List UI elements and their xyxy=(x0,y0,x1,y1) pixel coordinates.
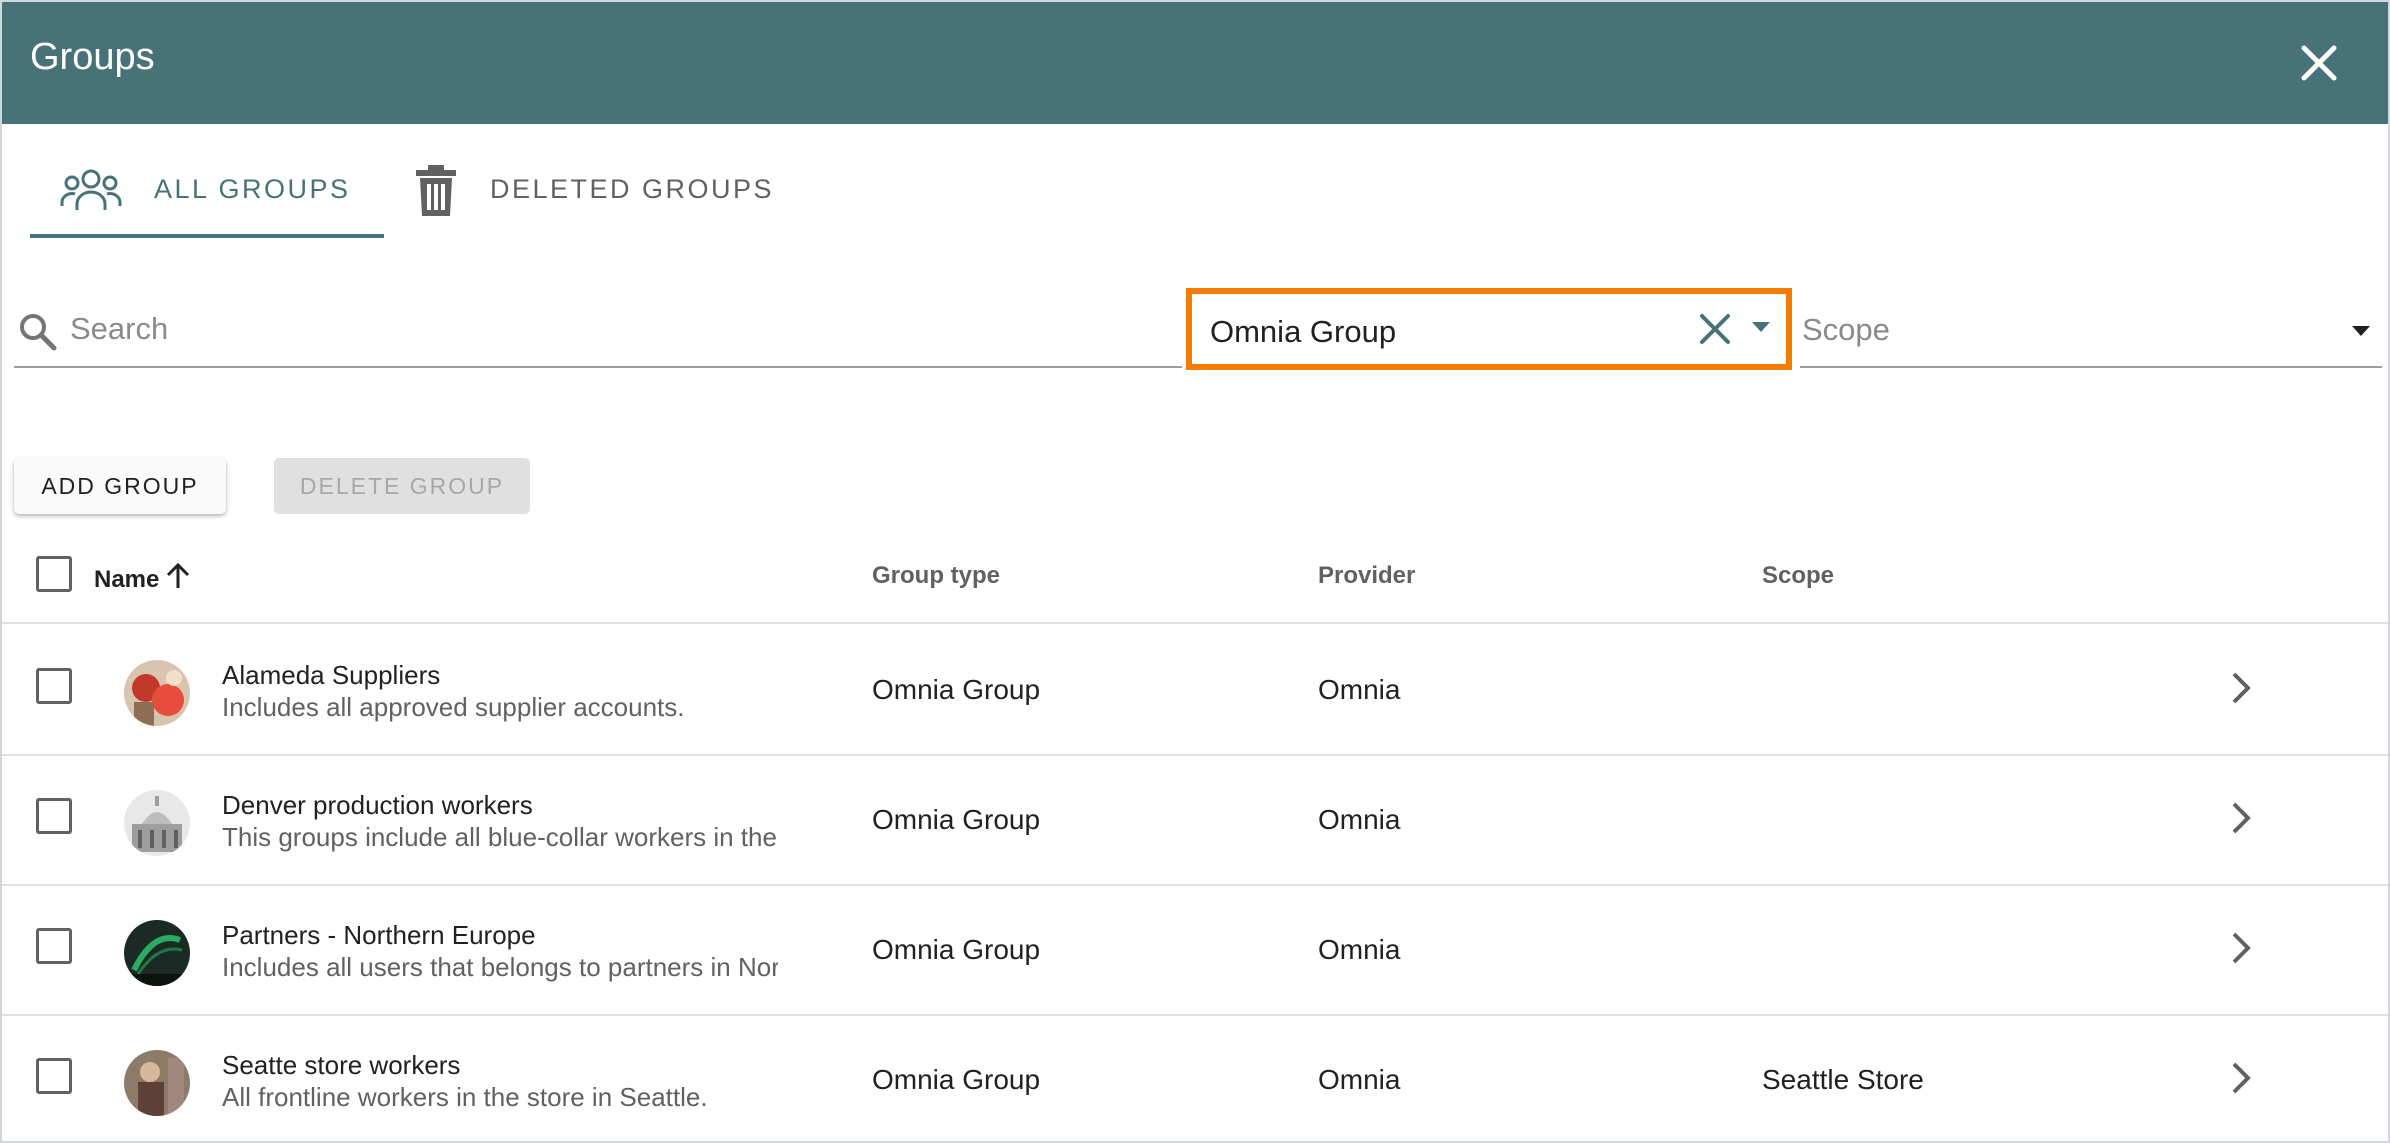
group-type: Omnia Group xyxy=(872,934,1041,965)
group-avatar xyxy=(124,790,190,856)
table-header: Name Group type Provider Scope xyxy=(2,542,2388,624)
chevron-right-icon[interactable] xyxy=(2226,928,2256,973)
row-checkbox[interactable] xyxy=(36,668,72,704)
delete-group-button: DELETE GROUP xyxy=(274,458,530,514)
table-row[interactable]: Alameda Suppliers Includes all approved … xyxy=(2,626,2388,756)
group-type: Omnia Group xyxy=(872,1064,1041,1095)
group-name: Seatte store workers xyxy=(222,1050,461,1080)
clear-icon[interactable] xyxy=(1694,308,1736,350)
people-group-icon xyxy=(60,166,122,221)
tab-all-groups[interactable]: ALL GROUPS xyxy=(30,152,384,238)
scope-select-label: Scope xyxy=(1802,312,1890,347)
column-header-provider[interactable]: Provider xyxy=(1318,562,1415,590)
group-provider: Omnia xyxy=(1318,934,1401,965)
tab-deleted-groups-label: DELETED GROUPS xyxy=(490,174,775,204)
dialog-title: Groups xyxy=(30,36,155,78)
search-icon xyxy=(18,312,58,357)
row-checkbox[interactable] xyxy=(36,1058,72,1094)
dialog-header: Groups xyxy=(2,2,2388,124)
table-row[interactable]: Partners - Northern Europe Includes all … xyxy=(2,886,2388,1016)
group-type-value: Omnia Group xyxy=(1210,314,1397,349)
add-group-button[interactable]: ADD GROUP xyxy=(14,458,226,514)
tab-deleted-groups[interactable]: DELETED GROUPS xyxy=(412,152,792,238)
dropdown-arrow-icon[interactable] xyxy=(2350,324,2372,343)
group-description: This groups include all blue-collar work… xyxy=(222,822,778,852)
group-provider: Omnia xyxy=(1318,1064,1401,1095)
group-avatar xyxy=(124,660,190,726)
dropdown-arrow-icon[interactable] xyxy=(1750,320,1772,339)
chevron-right-icon[interactable] xyxy=(2226,668,2256,713)
tab-all-groups-label: ALL GROUPS xyxy=(154,174,351,204)
group-avatar xyxy=(124,920,190,986)
group-description: Includes all users that belongs to partn… xyxy=(222,952,778,982)
groups-dialog: Groups ALL GROUPS DELETED GROUPS Search … xyxy=(0,0,2390,1143)
column-header-name-label: Name xyxy=(94,565,160,593)
column-header-scope[interactable]: Scope xyxy=(1762,562,1834,590)
search-field xyxy=(14,292,1182,368)
group-provider: Omnia xyxy=(1318,674,1401,705)
row-checkbox[interactable] xyxy=(36,928,72,964)
column-header-group-type[interactable]: Group type xyxy=(872,562,1000,590)
select-all-checkbox[interactable] xyxy=(36,556,72,592)
group-type-select[interactable]: Omnia Group xyxy=(1186,288,1792,370)
column-header-name[interactable]: Name xyxy=(94,562,191,597)
chevron-right-icon[interactable] xyxy=(2226,798,2256,843)
trash-icon xyxy=(414,164,458,223)
group-name: Denver production workers xyxy=(222,790,533,820)
group-description: Includes all approved supplier accounts. xyxy=(222,692,685,722)
search-input[interactable] xyxy=(70,306,1160,352)
row-checkbox[interactable] xyxy=(36,798,72,834)
group-description: All frontline workers in the store in Se… xyxy=(222,1082,708,1112)
sort-arrow-up-icon xyxy=(165,562,191,597)
table-row[interactable]: Seatte store workers All frontline worke… xyxy=(2,1016,2388,1141)
group-scope: Seattle Store xyxy=(1762,1064,1924,1095)
group-type: Omnia Group xyxy=(872,674,1041,705)
group-name: Partners - Northern Europe xyxy=(222,920,536,950)
table-row[interactable]: Denver production workers This groups in… xyxy=(2,756,2388,886)
group-avatar xyxy=(124,1050,190,1116)
scope-select[interactable]: Scope xyxy=(1800,292,2382,368)
close-icon[interactable] xyxy=(2292,36,2346,90)
chevron-right-icon[interactable] xyxy=(2226,1058,2256,1103)
group-name: Alameda Suppliers xyxy=(222,660,441,690)
group-provider: Omnia xyxy=(1318,804,1401,835)
group-type: Omnia Group xyxy=(872,804,1041,835)
